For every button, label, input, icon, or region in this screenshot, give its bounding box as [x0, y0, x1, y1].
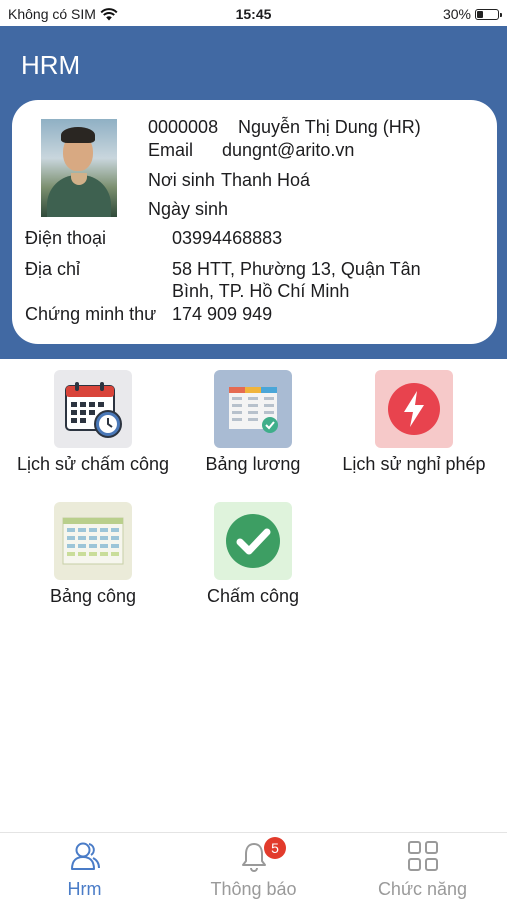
payroll-sheet-icon [214, 370, 292, 448]
tile-leave-history[interactable]: Lịch sử nghỉ phép [334, 370, 494, 475]
grid-icon [407, 841, 438, 871]
address-label: Địa chỉ [25, 259, 81, 279]
tab-hrm[interactable]: Hrm [0, 833, 169, 901]
address-line-1: 58 HTT, Phường 13, Quận Tân [172, 259, 421, 279]
status-bar: Không có SIM 15:45 30% [0, 0, 507, 26]
tile-attendance-history[interactable]: Lịch sử chấm công [13, 370, 173, 475]
battery-group: 30% [442, 6, 502, 22]
tile-label: Bảng lương [205, 454, 301, 474]
calendar-clock-icon [54, 370, 132, 448]
timesheet-table-icon [54, 502, 132, 580]
tab-notifications[interactable]: 5 Thông báo [169, 833, 338, 901]
page-title: HRM [21, 50, 81, 80]
lightning-icon [375, 370, 453, 448]
profile-card: 0000008 Nguyễn Thị Dung (HR) Email dungn… [12, 100, 497, 344]
battery-icon [475, 8, 502, 20]
battery-percent: 30% [442, 6, 471, 22]
address-line-2: Bình, TP. Hồ Chí Minh [172, 281, 350, 301]
avatar [41, 119, 117, 217]
tab-label: Hrm [67, 879, 102, 899]
tab-label: Chức năng [377, 879, 468, 899]
tab-functions[interactable]: Chức năng [338, 833, 507, 901]
tab-label: Thông báo [210, 879, 297, 899]
tile-payroll[interactable]: Bảng lương [173, 370, 333, 475]
checkmark-icon [214, 502, 292, 580]
clock: 15:45 [235, 6, 272, 22]
birthplace-label: Nơi sinh [148, 170, 215, 190]
id-card-value: 174 909 949 [172, 304, 273, 324]
app-header: HRM 0000008 Nguyễn Thị Dung (HR) Email d… [0, 26, 507, 359]
employee-code: 0000008 [148, 117, 219, 137]
tile-label: Lịch sử nghỉ phép [342, 454, 486, 474]
people-icon [70, 842, 100, 870]
email-value: dungnt@arito.vn [222, 140, 355, 160]
tile-check-in[interactable]: Chấm công [173, 502, 333, 607]
phone-value: 03994468883 [172, 228, 283, 248]
email-label: Email [148, 140, 194, 160]
phone-label: Điện thoại [25, 228, 107, 248]
notification-badge: 5 [264, 837, 286, 859]
birthdate-label: Ngày sinh [148, 199, 229, 219]
tile-label: Bảng công [49, 586, 137, 606]
bottom-nav: Hrm 5 Thông báo Chức năng [0, 832, 507, 901]
id-card-label: Chứng minh thư [25, 304, 157, 324]
tile-label: Lịch sử chấm công [16, 454, 170, 474]
birthplace-value: Thanh Hoá [221, 170, 311, 190]
tile-timesheet[interactable]: Bảng công [13, 502, 173, 607]
tile-label: Chấm công [206, 586, 300, 606]
employee-name: Nguyễn Thị Dung (HR) [238, 117, 421, 137]
